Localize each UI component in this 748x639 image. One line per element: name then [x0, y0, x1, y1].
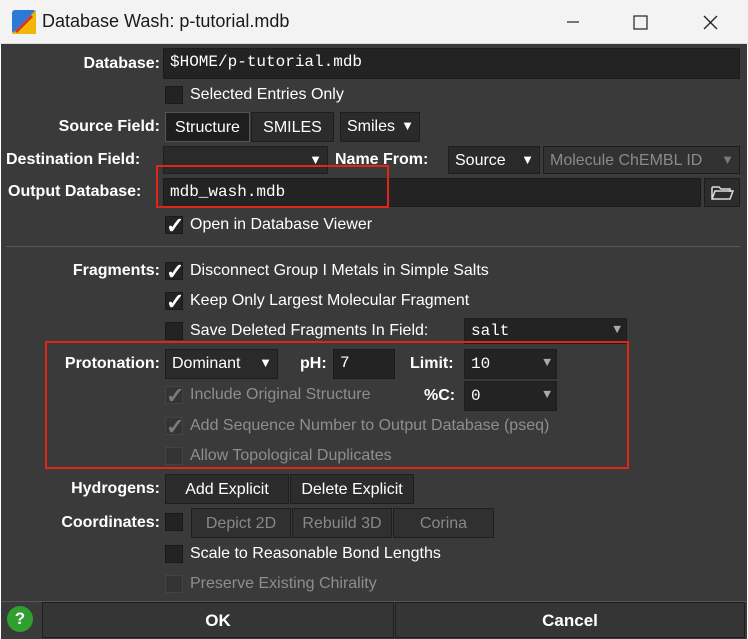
check-icon: ✓	[166, 213, 185, 238]
close-icon	[703, 15, 718, 30]
maximize-button[interactable]	[618, 0, 664, 44]
section-divider	[6, 246, 740, 247]
selected-entries-label: Selected Entries Only	[190, 86, 344, 103]
smiles-dropdown-value: Smiles	[347, 118, 396, 135]
selected-entries-checkbox[interactable]	[165, 86, 183, 104]
maximize-icon	[633, 15, 648, 30]
name-field-dropdown[interactable]: Molecule ChEMBL ID ▼	[543, 146, 740, 174]
save-deleted-checkbox[interactable]	[165, 322, 183, 340]
scale-bond-label: Scale to Reasonable Bond Lengths	[190, 545, 441, 562]
fragments-label: Fragments:	[72, 262, 160, 279]
corina-button[interactable]: Corina	[393, 508, 494, 538]
close-button[interactable]	[688, 0, 734, 44]
minimize-icon	[567, 21, 579, 23]
scale-bond-checkbox[interactable]	[165, 545, 183, 563]
ok-button[interactable]: OK	[42, 602, 394, 638]
keep-largest-checkbox[interactable]: ✓	[165, 291, 184, 313]
smiles-button[interactable]: SMILES	[251, 112, 334, 142]
name-field-value: Molecule ChEMBL ID	[550, 152, 703, 169]
help-icon: ?	[14, 609, 26, 628]
open-viewer-label: Open in Database Viewer	[190, 216, 373, 233]
protonation-highlight	[45, 341, 629, 469]
minimize-button[interactable]	[550, 0, 596, 44]
database-label: Database:	[83, 55, 160, 72]
structure-button[interactable]: Structure	[165, 112, 250, 142]
chevron-down-icon: ▼	[401, 118, 414, 133]
chevron-down-icon: ▼	[521, 152, 534, 167]
coordinates-checkbox[interactable]	[165, 513, 183, 531]
delete-explicit-button[interactable]: Delete Explicit	[290, 474, 414, 504]
chevron-down-icon: ▼	[721, 152, 734, 167]
app-icon	[12, 10, 36, 34]
chevron-down-icon: ▼	[613, 322, 621, 337]
database-field[interactable]: $HOME/p-tutorial.mdb	[163, 48, 740, 79]
depict-2d-button[interactable]: Depict 2D	[191, 508, 291, 538]
name-from-dropdown[interactable]: Source ▼	[448, 146, 540, 174]
disconnect-checkbox[interactable]: ✓	[165, 261, 184, 283]
rebuild-3d-button[interactable]: Rebuild 3D	[292, 508, 392, 538]
smiles-dropdown[interactable]: Smiles ▼	[340, 112, 420, 142]
preserve-chirality-checkbox[interactable]	[165, 575, 183, 593]
keep-largest-label: Keep Only Largest Molecular Fragment	[190, 292, 470, 309]
preserve-chirality-label: Preserve Existing Chirality	[190, 575, 377, 592]
help-button[interactable]: ?	[7, 606, 33, 632]
source-field-label: Source Field:	[58, 118, 160, 135]
open-viewer-checkbox[interactable]: ✓	[165, 215, 184, 237]
output-database-highlight	[156, 165, 389, 208]
folder-open-icon	[711, 186, 735, 200]
destination-field-label: Destination Field:	[6, 151, 141, 168]
disconnect-label: Disconnect Group I Metals in Simple Salt…	[190, 262, 489, 279]
coordinates-label: Coordinates:	[61, 514, 160, 531]
hydrogens-label: Hydrogens:	[71, 480, 160, 497]
add-explicit-button[interactable]: Add Explicit	[165, 474, 289, 504]
browse-folder-button[interactable]	[704, 178, 740, 207]
cancel-button[interactable]: Cancel	[395, 602, 745, 638]
save-deleted-label: Save Deleted Fragments In Field:	[190, 322, 429, 339]
window-title: Database Wash: p-tutorial.mdb	[42, 11, 290, 31]
output-database-label: Output Database:	[8, 183, 142, 200]
check-icon: ✓	[166, 289, 185, 314]
title-bar: Database Wash: p-tutorial.mdb	[0, 0, 748, 44]
name-from-value: Source	[455, 152, 506, 169]
save-field-value: salt	[471, 322, 510, 340]
check-icon: ✓	[166, 259, 185, 284]
